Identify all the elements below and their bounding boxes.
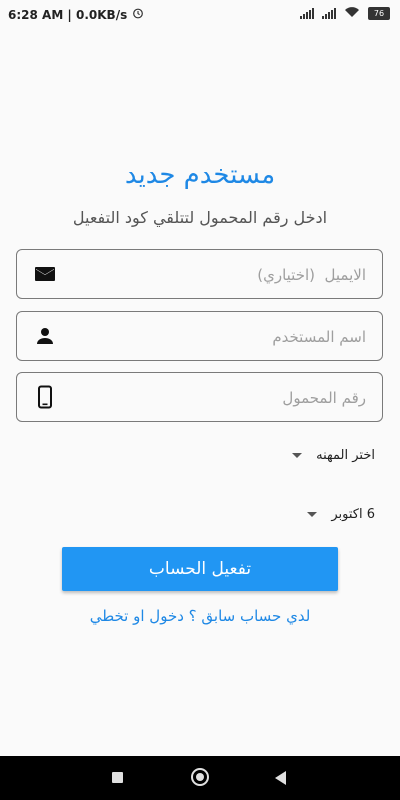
activate-account-button[interactable]: تفعيل الحساب (62, 547, 338, 591)
dropdown-arrow-icon (292, 452, 303, 458)
battery-icon: 76 (368, 7, 390, 20)
home-icon[interactable] (191, 768, 209, 786)
profession-dropdown-value: اختر المهنه (316, 447, 375, 463)
system-nav-bar (0, 756, 400, 800)
username-input[interactable] (84, 322, 368, 352)
mobile-phone-icon (33, 385, 57, 409)
city-dropdown-value: 6 اكتوبر (331, 506, 375, 522)
page-subtitle: ادخل رقم المحمول لتتلقي كود التفعيل (72, 208, 328, 227)
recent-apps-icon[interactable] (112, 772, 123, 783)
phone-input[interactable] (84, 383, 368, 413)
person-icon (33, 324, 57, 348)
page-title: مستخدم جديد (124, 160, 276, 190)
username-field[interactable] (16, 311, 383, 361)
email-input[interactable] (84, 260, 368, 290)
login-skip-link[interactable]: لدي حساب سابق ؟ دخول او تخطي (0, 607, 400, 625)
wifi-icon (344, 6, 360, 21)
city-dropdown[interactable]: 6 اكتوبر (255, 500, 375, 528)
dropdown-arrow-icon (307, 511, 318, 517)
back-icon[interactable] (275, 771, 286, 785)
mail-icon (33, 262, 57, 286)
signal-icon (300, 8, 314, 19)
status-bar: 6:28 AM | 0.0KB/s 76 (0, 0, 400, 30)
profession-dropdown[interactable]: اختر المهنه (255, 441, 375, 469)
signal-icon-2 (322, 8, 336, 19)
signup-screen: مستخدم جديد ادخل رقم المحمول لتتلقي كود … (0, 30, 400, 756)
email-field[interactable] (16, 249, 383, 299)
status-time: 6:28 AM | 0.0KB/s (8, 8, 128, 22)
alarm-clock-icon (132, 7, 144, 22)
phone-field[interactable] (16, 372, 383, 422)
